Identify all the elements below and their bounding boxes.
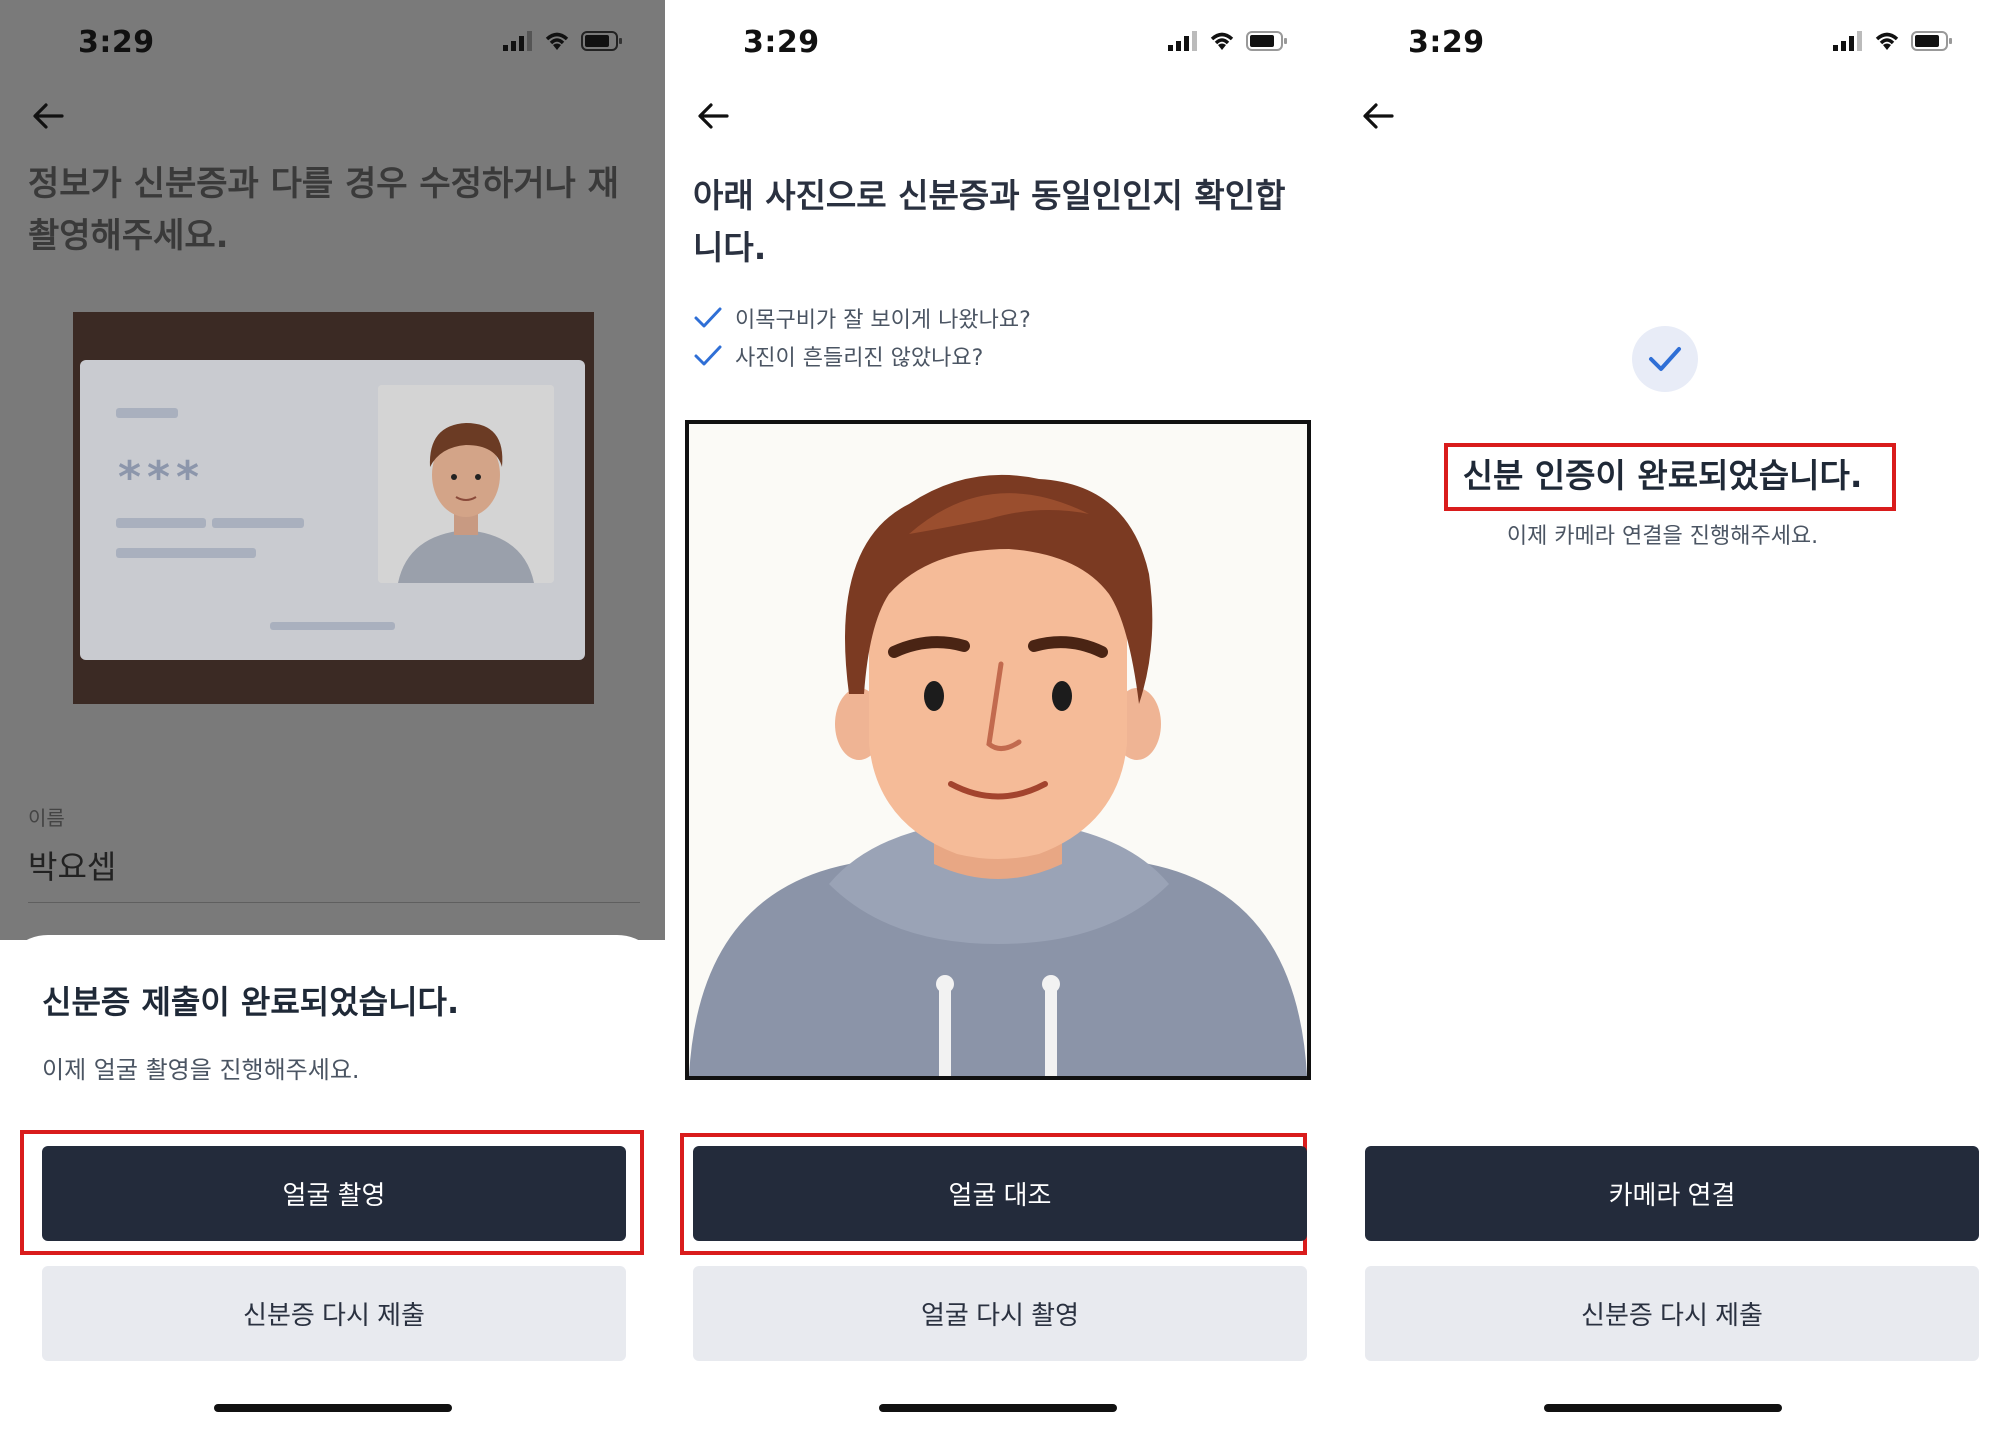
face-photo — [685, 420, 1311, 1080]
back-arrow-icon[interactable] — [28, 96, 68, 136]
retake-face-button[interactable]: 얼굴 다시 촬영 — [693, 1266, 1307, 1361]
status-time: 3:29 — [78, 25, 155, 60]
screen-face-compare: 3:29 아래 사진으로 신분증과 동일인인지 확인합니다. 이목구비가 잘 보… — [665, 0, 1330, 1440]
face-compare-button[interactable]: 얼굴 대조 — [693, 1146, 1307, 1241]
name-field-underline — [28, 902, 640, 903]
name-label: 이름 — [28, 806, 65, 830]
wifi-icon — [1875, 32, 1899, 50]
completion-title: 신분 인증이 완료되었습니다. — [1462, 456, 1863, 495]
check-icon — [1649, 347, 1681, 371]
status-bar: 3:29 — [665, 0, 1330, 90]
wifi-icon — [1210, 32, 1234, 50]
home-indicator — [213, 1404, 452, 1412]
masked-id-number: *** — [118, 452, 206, 503]
completion-subtitle: 이제 카메라 연결을 진행해주세요. — [1506, 524, 1819, 549]
checklist-text: 이목구비가 잘 보이게 나왔나요? — [735, 308, 1031, 333]
status-bar: 3:29 — [1330, 0, 1995, 90]
sheet-subtitle: 이제 얼굴 촬영을 진행해주세요. — [42, 1056, 360, 1084]
resubmit-id-button[interactable]: 신분증 다시 제출 — [42, 1266, 626, 1361]
screen-id-submitted: 3:29 정보가 신분증과 다를 경우 수정하거나 재촬영해주세요. *** 이… — [0, 0, 665, 1440]
face-capture-button[interactable]: 얼굴 촬영 — [42, 1146, 626, 1241]
checklist-item: 사진이 흔들리진 않았나요? — [693, 340, 983, 372]
id-card-photo: *** — [73, 312, 594, 704]
status-time: 3:29 — [743, 25, 820, 60]
signal-icon — [1833, 31, 1862, 51]
page-title: 정보가 신분증과 다를 경우 수정하거나 재촬영해주세요. — [28, 164, 619, 256]
status-bar: 3:29 — [0, 0, 665, 90]
home-indicator — [878, 1404, 1117, 1412]
checklist-text: 사진이 흔들리진 않았나요? — [735, 346, 984, 371]
camera-connect-button[interactable]: 카메라 연결 — [1365, 1146, 1979, 1241]
name-field[interactable]: 박요셉 — [28, 842, 116, 888]
status-time: 3:29 — [1408, 25, 1485, 60]
id-card: *** — [80, 360, 585, 660]
back-arrow-icon[interactable] — [693, 96, 733, 136]
signal-icon — [1168, 31, 1197, 51]
screen-verification-complete: 3:29 신분 인증이 완료되었습니다. 이제 카메라 연결을 진행해주세요. … — [1330, 0, 1995, 1440]
signal-icon — [503, 31, 532, 51]
id-portrait — [378, 385, 554, 583]
checklist-item: 이목구비가 잘 보이게 나왔나요? — [693, 302, 1031, 334]
wifi-icon — [545, 32, 569, 50]
battery-icon — [1246, 31, 1287, 51]
battery-icon — [581, 31, 622, 51]
home-indicator — [1543, 1404, 1782, 1412]
check-icon — [694, 345, 722, 366]
page-title: 아래 사진으로 신분증과 동일인인지 확인합니다. — [693, 176, 1286, 267]
success-badge — [1632, 326, 1698, 392]
sheet-title: 신분증 제출이 완료되었습니다. — [42, 983, 460, 1021]
back-arrow-icon[interactable] — [1358, 96, 1398, 136]
check-icon — [694, 307, 722, 328]
battery-icon — [1911, 31, 1952, 51]
resubmit-id-button[interactable]: 신분증 다시 제출 — [1365, 1266, 1979, 1361]
face-portrait-image — [689, 424, 1307, 1076]
